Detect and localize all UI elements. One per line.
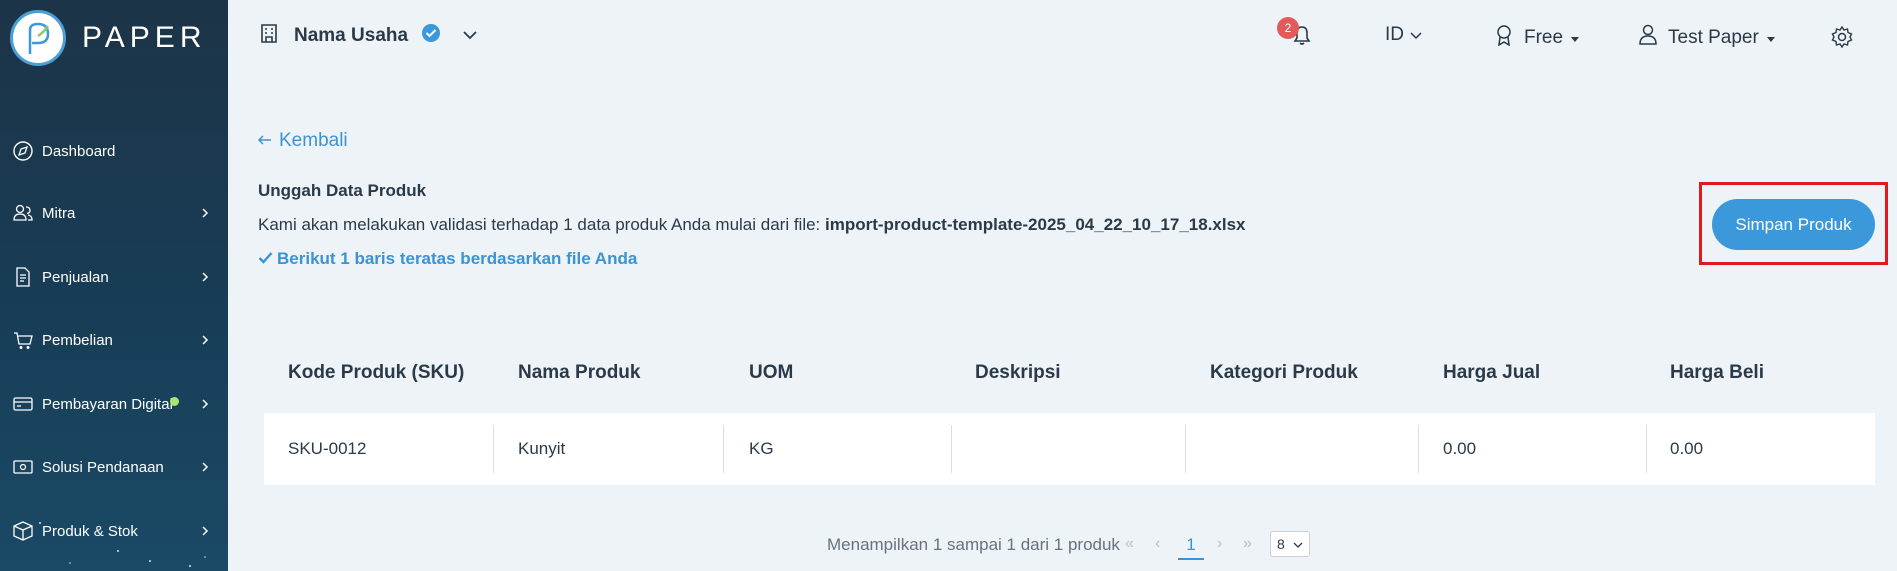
chevron-right-icon: [198, 397, 212, 411]
cart-icon: [12, 329, 34, 351]
cell-buy-price: 0.00: [1670, 439, 1704, 458]
sidebar-item-pembayaran-digital[interactable]: Pembayaran Digital: [0, 384, 228, 424]
sidebar-item-label: Solusi Pendanaan: [42, 458, 164, 476]
validation-description: Kami akan melakukan validasi terhadap 1 …: [258, 215, 1246, 235]
column-header-name: Nama Produk: [518, 362, 641, 383]
sidebar-item-label: Penjualan: [42, 268, 109, 286]
language-selector[interactable]: ID: [1385, 24, 1422, 46]
business-name: Nama Usaha: [294, 24, 409, 46]
sidebar-item-mitra[interactable]: Mitra: [0, 193, 228, 233]
description-text: Kami akan melakukan validasi terhadap 1 …: [258, 215, 826, 234]
cell-sell-price: 0.00: [1443, 439, 1477, 458]
column-header-sku: Kode Produk (SKU): [288, 362, 465, 383]
user-name: Test Paper: [1668, 27, 1759, 48]
caret-down-icon: [1766, 27, 1775, 49]
save-products-button[interactable]: Simpan Produk: [1712, 199, 1875, 250]
sidebar-item-label: Mitra: [42, 204, 76, 222]
column-divider: [1418, 425, 1419, 473]
verified-icon: [420, 22, 442, 49]
people-icon: [12, 202, 34, 224]
page-size-select[interactable]: 8: [1270, 531, 1310, 557]
info-text: Berikut 1 baris teratas berdasarkan file…: [277, 249, 638, 268]
column-divider: [1185, 425, 1186, 473]
user-icon: [1638, 24, 1658, 52]
document-icon: [12, 266, 34, 288]
language-label: ID: [1385, 24, 1404, 45]
column-header-description: Deskripsi: [975, 362, 1061, 383]
cell-sku: SKU-0012: [288, 439, 367, 458]
sidebar-item-solusi-pendanaan[interactable]: Solusi Pendanaan: [0, 447, 228, 487]
arrow-left-icon: [257, 130, 273, 152]
sidebar-item-penjualan[interactable]: Penjualan: [0, 257, 228, 297]
gear-icon: [1830, 25, 1854, 55]
column-header-uom: UOM: [749, 362, 794, 383]
store-icon: [258, 22, 280, 49]
prev-page-button[interactable]: ‹: [1155, 535, 1160, 553]
page-title: Unggah Data Produk: [258, 181, 427, 200]
business-selector[interactable]: Nama Usaha: [258, 22, 478, 49]
pagination-summary: Menampilkan 1 sampai 1 dari 1 produk: [827, 535, 1120, 554]
notification-badge: 2: [1277, 17, 1299, 39]
plan-label: Free: [1524, 27, 1564, 48]
sidebar-item-label: Dashboard: [42, 142, 116, 160]
last-page-button[interactable]: »: [1243, 535, 1252, 553]
cell-name: Kunyit: [518, 439, 566, 458]
cell-uom: KG: [749, 439, 774, 458]
back-link[interactable]: Kembali: [257, 130, 348, 152]
chevron-right-icon: [198, 460, 212, 474]
column-header-sell-price: Harga Jual: [1443, 362, 1541, 383]
sidebar: PAPER Dashboard Mitra Penjualan Pembelia…: [0, 0, 228, 571]
plan-selector[interactable]: Free: [1494, 24, 1580, 52]
table-row: [264, 413, 1875, 485]
back-label: Kembali: [279, 130, 348, 151]
settings-button[interactable]: [1830, 25, 1854, 55]
caret-down-icon: [1571, 27, 1580, 49]
column-divider: [1646, 425, 1647, 473]
page-number-current[interactable]: 1: [1178, 532, 1204, 560]
logo-icon: [10, 10, 66, 66]
first-page-button[interactable]: «: [1125, 535, 1134, 553]
chevron-right-icon: [198, 333, 212, 347]
chevron-down-icon: [462, 27, 478, 45]
chevron-down-icon: [1410, 24, 1422, 46]
new-indicator-dot: [170, 397, 179, 406]
user-menu[interactable]: Test Paper: [1638, 24, 1775, 52]
sidebar-item-label: Pembelian: [42, 331, 113, 349]
checkmark-icon: [258, 249, 273, 269]
column-divider: [951, 425, 952, 473]
award-icon: [1494, 24, 1514, 52]
sidebar-item-dashboard[interactable]: Dashboard: [0, 131, 228, 171]
top-header: Nama Usaha 2 ID Free Test Paper: [228, 0, 1897, 76]
column-header-category: Kategori Produk: [1210, 362, 1358, 383]
compass-icon: [12, 140, 34, 162]
chevron-down-icon: [1293, 536, 1303, 552]
sidebar-decoration: [39, 522, 206, 567]
sidebar-item-pembelian[interactable]: Pembelian: [0, 320, 228, 360]
info-message: Berikut 1 baris teratas berdasarkan file…: [258, 249, 637, 269]
page-size-value: 8: [1277, 536, 1285, 552]
next-page-button[interactable]: ›: [1217, 535, 1222, 553]
column-divider: [723, 425, 724, 473]
file-name: import-product-template-2025_04_22_10_17…: [825, 215, 1246, 234]
column-header-buy-price: Harga Beli: [1670, 362, 1764, 383]
logo-text: PAPER: [82, 21, 207, 54]
column-divider: [493, 425, 494, 473]
chevron-right-icon: [198, 270, 212, 284]
logo[interactable]: PAPER: [10, 10, 206, 66]
card-icon: [12, 393, 34, 415]
sidebar-item-label: Pembayaran Digital: [42, 395, 173, 413]
money-icon: [12, 456, 34, 478]
chevron-right-icon: [198, 206, 212, 220]
